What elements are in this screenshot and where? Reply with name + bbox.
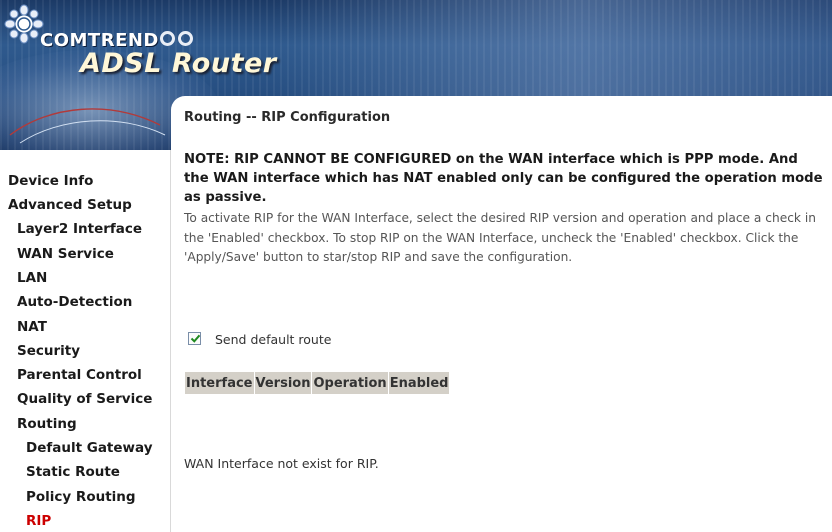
decorative-swirl [9, 108, 166, 144]
status-message: WAN Interface not exist for RIP. [184, 456, 379, 471]
send-default-route-label: Send default route [215, 332, 332, 347]
column-header-enabled: Enabled [387, 371, 451, 395]
sidebar: Device Info Advanced Setup Layer2 Interf… [0, 150, 171, 532]
comtrend-logo-icon [4, 4, 44, 44]
sidebar-item-static-route[interactable]: Static Route [26, 464, 120, 480]
sidebar-item-advanced-setup[interactable]: Advanced Setup [8, 197, 132, 213]
table-header-row: Interface Version Operation Enabled [184, 371, 451, 395]
sidebar-item-routing[interactable]: Routing [17, 416, 77, 432]
checkmark-icon [190, 334, 201, 343]
sidebar-item-security[interactable]: Security [17, 343, 80, 359]
send-default-route-checkbox[interactable] [188, 332, 201, 345]
sidebar-item-nat[interactable]: NAT [17, 319, 47, 335]
sidebar-item-rip[interactable]: RIP [26, 513, 51, 529]
sidebar-item-wan-service[interactable]: WAN Service [17, 246, 114, 262]
rip-note: NOTE: RIP CANNOT BE CONFIGURED on the WA… [184, 152, 823, 205]
product-name: ADSL Router [80, 48, 277, 79]
sidebar-item-auto-detection[interactable]: Auto-Detection [17, 294, 132, 310]
sidebar-item-quality-of-service[interactable]: Quality of Service [17, 391, 152, 407]
rip-description: To activate RIP for the WAN Interface, s… [184, 211, 816, 264]
sidebar-item-lan[interactable]: LAN [17, 270, 47, 286]
sidebar-item-default-gateway[interactable]: Default Gateway [26, 440, 153, 456]
sidebar-item-layer2-interface[interactable]: Layer2 Interface [17, 221, 142, 237]
sidebar-item-device-info[interactable]: Device Info [8, 173, 93, 189]
page-title: Routing -- RIP Configuration [184, 110, 391, 125]
column-header-interface: Interface [184, 371, 255, 395]
rip-table: Interface Version Operation Enabled [184, 371, 451, 395]
sidebar-item-policy-routing[interactable]: Policy Routing [26, 489, 136, 505]
column-header-version: Version [253, 371, 313, 395]
column-header-operation: Operation [311, 371, 389, 395]
sidebar-item-parental-control[interactable]: Parental Control [17, 367, 142, 383]
